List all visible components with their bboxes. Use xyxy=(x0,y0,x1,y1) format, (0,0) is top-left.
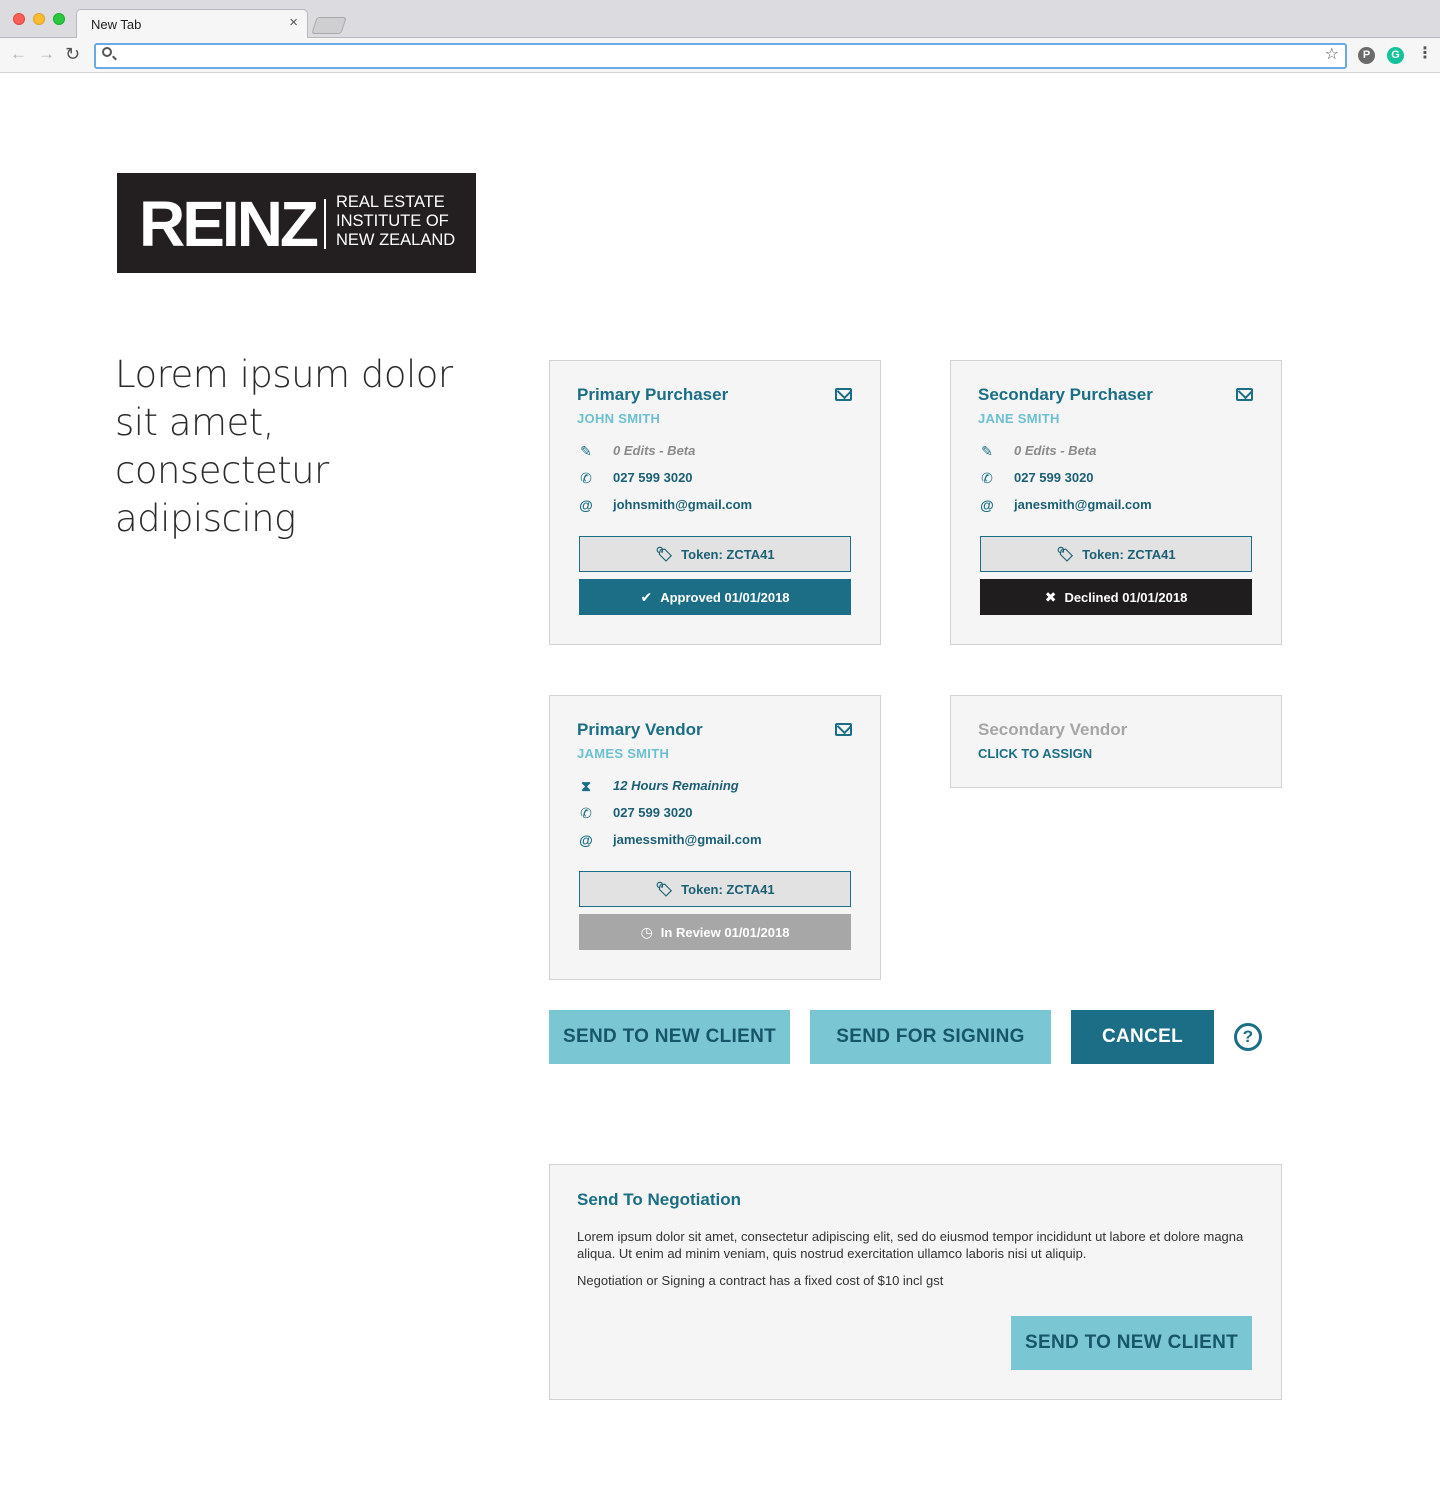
at-icon: @ xyxy=(579,497,593,513)
edits-text: 0 Edits - Beta xyxy=(613,443,696,458)
phone-text: 027 599 3020 xyxy=(1014,470,1094,485)
browser-toolbar: ← → ↻ ☆ P G ⋮ xyxy=(0,38,1440,73)
logo-wordmark: REAL ESTATE INSTITUTE OF NEW ZEALAND xyxy=(336,193,455,250)
email-text: janesmith@gmail.com xyxy=(1014,497,1152,512)
envelope-icon[interactable] xyxy=(835,723,852,736)
token-button[interactable]: 🏷 Token: ZCTA41 xyxy=(579,871,851,907)
cost-note: Negotiation or Signing a contract has a … xyxy=(577,1273,944,1288)
maximize-window-button[interactable] xyxy=(53,13,65,25)
send-to-negotiation-panel: Send To Negotiation Lorem ipsum dolor si… xyxy=(549,1164,1282,1400)
phone-text: 027 599 3020 xyxy=(613,470,693,485)
edit-icon: ✎ xyxy=(580,443,592,459)
logo-mark: REINZ xyxy=(139,188,319,260)
cancel-button[interactable]: CANCEL xyxy=(1071,1010,1214,1064)
primary-vendor-card: Primary Vendor JAMES SMITH ⧗ 12 Hours Re… xyxy=(549,695,881,980)
phone-text: 027 599 3020 xyxy=(613,805,693,820)
time-remaining-text: 12 Hours Remaining xyxy=(613,778,739,793)
edits-text: 0 Edits - Beta xyxy=(1014,443,1097,458)
email-text: jamessmith@gmail.com xyxy=(613,832,762,847)
phone-icon: ✆ xyxy=(580,805,592,821)
negotiation-send-to-new-client-button[interactable]: SEND TO NEW CLIENT xyxy=(1011,1316,1252,1370)
reinz-logo: REINZ REAL ESTATE INSTITUTE OF NEW ZEALA… xyxy=(117,173,476,273)
help-icon[interactable]: ? xyxy=(1234,1023,1262,1051)
phone-icon: ✆ xyxy=(580,470,592,486)
declined-status-button[interactable]: ✖ Declined 01/01/2018 xyxy=(980,579,1252,615)
status-label: Approved 01/01/2018 xyxy=(660,590,790,605)
card-title: Secondary Purchaser xyxy=(978,385,1153,404)
email-text: johnsmith@gmail.com xyxy=(613,497,753,512)
token-button[interactable]: 🏷 Token: ZCTA41 xyxy=(579,536,851,572)
at-icon: @ xyxy=(980,497,994,513)
panel-description: Lorem ipsum dolor sit amet, consectetur … xyxy=(577,1229,1244,1261)
hourglass-icon: ⧗ xyxy=(581,778,591,794)
party-name: JAMES SMITH xyxy=(577,746,670,761)
browser-menu-icon[interactable]: ⋮ xyxy=(1417,44,1433,64)
token-label: Token: ZCTA41 xyxy=(681,547,775,562)
send-to-new-client-button[interactable]: SEND TO NEW CLIENT xyxy=(549,1010,790,1064)
browser-tab-strip: New Tab × xyxy=(0,0,1440,39)
close-window-button[interactable] xyxy=(13,13,25,25)
browser-tab[interactable]: New Tab × xyxy=(76,9,308,39)
token-label: Token: ZCTA41 xyxy=(1082,547,1176,562)
clock-icon: ◷ xyxy=(640,924,653,940)
logo-divider xyxy=(324,199,326,249)
logo-line: REAL ESTATE xyxy=(336,193,445,211)
search-icon xyxy=(102,47,112,57)
logo-line: INSTITUTE OF xyxy=(336,212,449,230)
bookmark-star-icon[interactable]: ☆ xyxy=(1325,45,1339,65)
party-name: JOHN SMITH xyxy=(577,411,661,426)
secondary-vendor-card[interactable]: Secondary Vendor CLICK TO ASSIGN xyxy=(950,695,1282,788)
send-for-signing-button[interactable]: SEND FOR SIGNING xyxy=(810,1010,1051,1064)
x-circle-icon: ✖ xyxy=(1044,589,1057,605)
edit-icon: ✎ xyxy=(981,443,993,459)
minimize-window-button[interactable] xyxy=(33,13,45,25)
panel-title: Send To Negotiation xyxy=(577,1190,742,1209)
tag-icon: 🏷 xyxy=(1056,546,1075,562)
tag-icon: 🏷 xyxy=(655,881,674,897)
party-name: JANE SMITH xyxy=(978,411,1060,426)
address-bar[interactable]: ☆ xyxy=(94,43,1347,69)
in-review-status-button[interactable]: ◷ In Review 01/01/2018 xyxy=(579,914,851,950)
phone-icon: ✆ xyxy=(981,470,993,486)
token-label: Token: ZCTA41 xyxy=(681,882,775,897)
grammarly-extension-icon[interactable]: G xyxy=(1387,47,1404,64)
secondary-purchaser-card: Secondary Purchaser JANE SMITH ✎ 0 Edits… xyxy=(950,360,1282,645)
status-label: Declined 01/01/2018 xyxy=(1064,590,1188,605)
page-headline: Lorem ipsum dolor sit amet, consectetur … xyxy=(115,353,453,540)
tab-title: New Tab xyxy=(91,17,142,32)
card-title: Primary Vendor xyxy=(577,720,703,739)
logo-line: NEW ZEALAND xyxy=(336,231,456,249)
new-tab-button[interactable] xyxy=(311,17,347,34)
at-icon: @ xyxy=(579,832,593,848)
primary-purchaser-card: Primary Purchaser JOHN SMITH ✎ 0 Edits -… xyxy=(549,360,881,645)
pinterest-extension-icon[interactable]: P xyxy=(1358,47,1375,64)
approved-status-button[interactable]: ✔ Approved 01/01/2018 xyxy=(579,579,851,615)
token-button[interactable]: 🏷 Token: ZCTA41 xyxy=(980,536,1252,572)
reload-icon[interactable]: ↻ xyxy=(65,44,80,64)
envelope-icon[interactable] xyxy=(835,388,852,401)
envelope-icon[interactable] xyxy=(1236,388,1253,401)
click-to-assign-link[interactable]: CLICK TO ASSIGN xyxy=(978,746,1092,761)
forward-arrow-icon[interactable]: → xyxy=(38,44,55,64)
status-label: In Review 01/01/2018 xyxy=(660,925,790,940)
address-input[interactable] xyxy=(120,47,1314,67)
card-title: Primary Purchaser xyxy=(577,385,729,404)
check-circle-icon: ✔ xyxy=(640,589,653,605)
back-arrow-icon[interactable]: ← xyxy=(10,44,27,64)
tab-close-icon[interactable]: × xyxy=(289,15,298,31)
card-title: Secondary Vendor xyxy=(978,720,1128,739)
tag-icon: 🏷 xyxy=(655,546,674,562)
